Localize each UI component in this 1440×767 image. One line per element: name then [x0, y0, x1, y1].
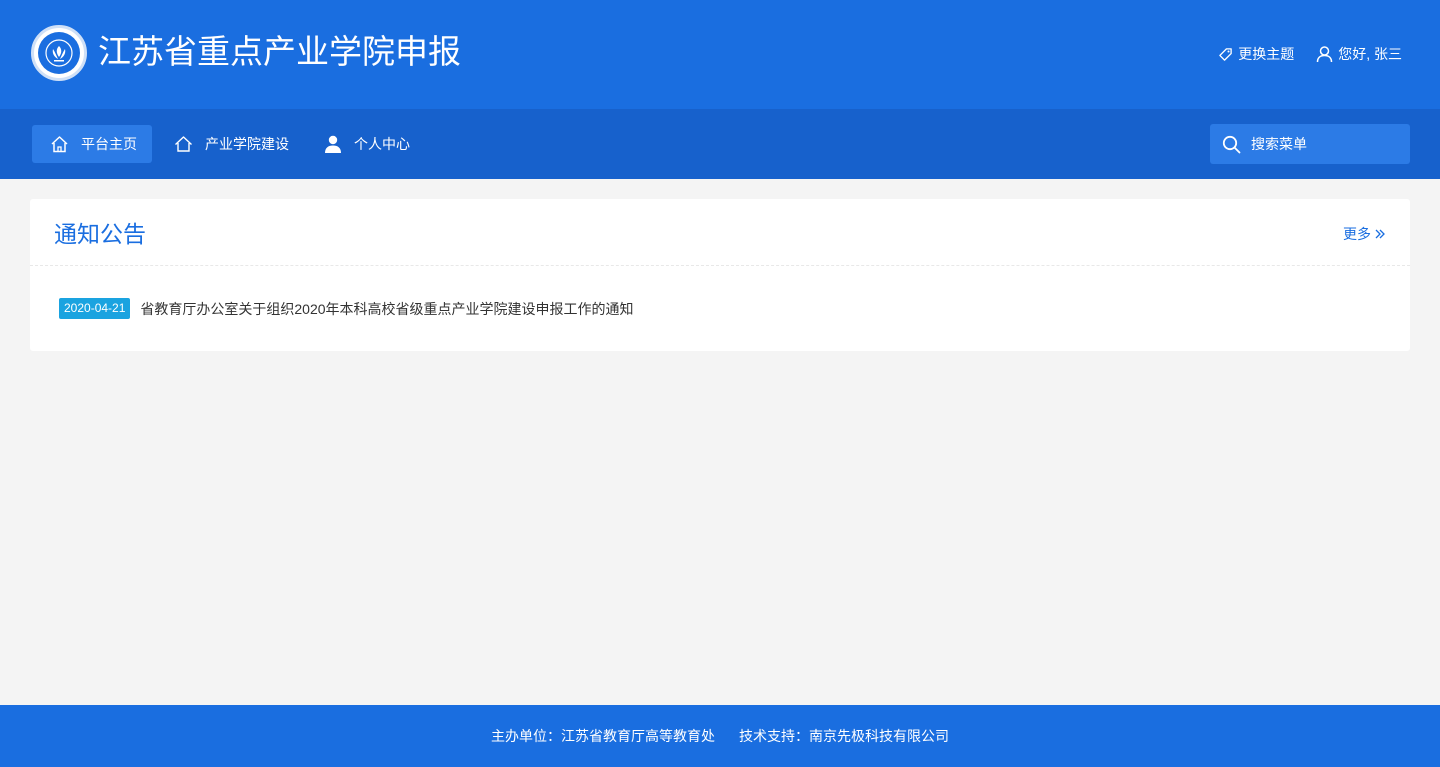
tag-icon — [1219, 47, 1232, 61]
nav-item-personal-center[interactable]: 个人中心 — [322, 125, 410, 163]
site-title: 江苏省重点产业学院申报 — [98, 33, 461, 70]
notice-panel-header: 通知公告 更多 — [30, 199, 1410, 266]
top-header: 江苏省重点产业学院申报 更换主题 您好, 张三 — [0, 0, 1440, 109]
nav-item-home[interactable]: 平台主页 — [32, 125, 152, 163]
nav-bar: 平台主页 产业学院建设 个人中心 — [0, 109, 1440, 179]
footer: 主办单位： 江苏省教育厅高等教育处 技术支持： 南京先极科技有限公司 — [0, 705, 1440, 767]
header-actions: 更换主题 您好, 张三 — [1218, 44, 1402, 64]
notice-panel: 通知公告 更多 2020-04-21 省教育厅办公室关于组织2020年本科高校省… — [30, 199, 1410, 351]
footer-host-value: 江苏省教育厅高等教育处 — [561, 728, 715, 744]
notice-date-badge: 2020-04-21 — [59, 298, 131, 319]
footer-tech-value: 南京先极科技有限公司 — [809, 728, 949, 744]
menu-search-input[interactable] — [1251, 136, 1401, 152]
nav-item-personal-label: 个人中心 — [354, 136, 410, 152]
notice-list-item[interactable]: 2020-04-21 省教育厅办公室关于组织2020年本科高校省级重点产业学院建… — [59, 298, 634, 319]
double-chevron-right-icon — [1375, 229, 1385, 239]
nav-item-college-label: 产业学院建设 — [205, 136, 289, 152]
more-notices-label: 更多 — [1343, 226, 1371, 242]
home-outline-icon — [175, 136, 192, 152]
footer-tech-label: 技术支持： — [739, 728, 809, 744]
notice-title-link[interactable]: 省教育厅办公室关于组织2020年本科高校省级重点产业学院建设申报工作的通知 — [140, 299, 633, 319]
notice-panel-title: 通知公告 — [54, 221, 146, 247]
more-notices-link[interactable]: 更多 — [1343, 224, 1385, 244]
user-menu[interactable]: 您好, 张三 — [1316, 44, 1402, 64]
change-theme-button[interactable]: 更换主题 — [1218, 44, 1294, 64]
change-theme-label: 更换主题 — [1238, 46, 1295, 62]
person-icon — [325, 135, 341, 153]
user-icon — [1316, 46, 1333, 63]
user-greeting: 您好, 张三 — [1338, 46, 1402, 62]
home-icon — [51, 136, 68, 153]
nav-item-home-label: 平台主页 — [81, 136, 137, 152]
university-emblem-icon — [31, 25, 87, 81]
menu-search — [1210, 124, 1410, 164]
search-icon — [1222, 135, 1241, 153]
nav-item-college-construction[interactable]: 产业学院建设 — [172, 125, 289, 163]
footer-host-label: 主办单位： — [491, 728, 561, 744]
